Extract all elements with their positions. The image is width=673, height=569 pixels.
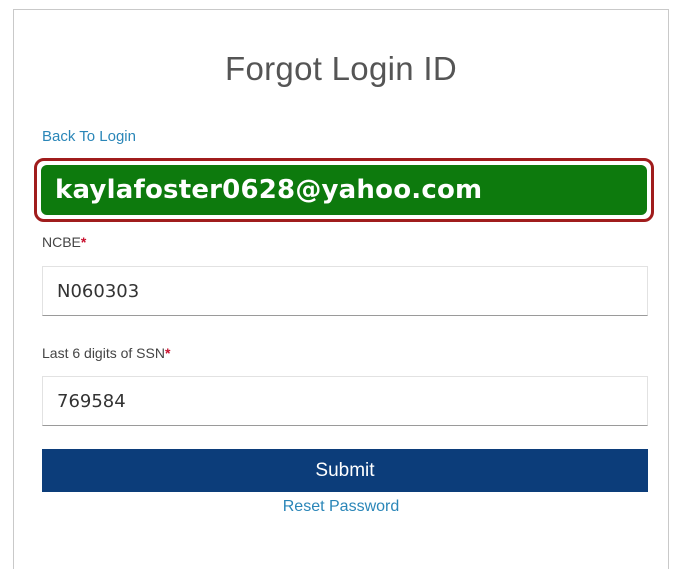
ssn-input[interactable] xyxy=(42,376,648,426)
email-overlay-text: kaylafoster0628@yahoo.com xyxy=(41,165,647,215)
ssn-label: Last 6 digits of SSN* xyxy=(42,345,170,361)
ssn-label-text: Last 6 digits of SSN xyxy=(42,345,165,361)
ncbe-required-marker: * xyxy=(80,234,87,250)
ncbe-label: NCBE* xyxy=(42,234,86,250)
page-title: Forgot Login ID xyxy=(225,50,457,87)
ncbe-label-text: NCBE xyxy=(42,234,81,250)
email-highlight-frame: kaylafoster0628@yahoo.com xyxy=(34,158,654,222)
forgot-login-card: Forgot Login ID Back To Login kaylafoste… xyxy=(13,9,669,569)
reset-password-link[interactable]: Reset Password xyxy=(14,498,668,516)
back-to-login-link[interactable]: Back To Login xyxy=(42,128,136,145)
ssn-required-marker: * xyxy=(164,345,171,361)
page: Forgot Login ID Back To Login kaylafoste… xyxy=(0,0,673,569)
submit-button[interactable]: Submit xyxy=(42,449,648,492)
ncbe-input[interactable] xyxy=(42,266,648,316)
